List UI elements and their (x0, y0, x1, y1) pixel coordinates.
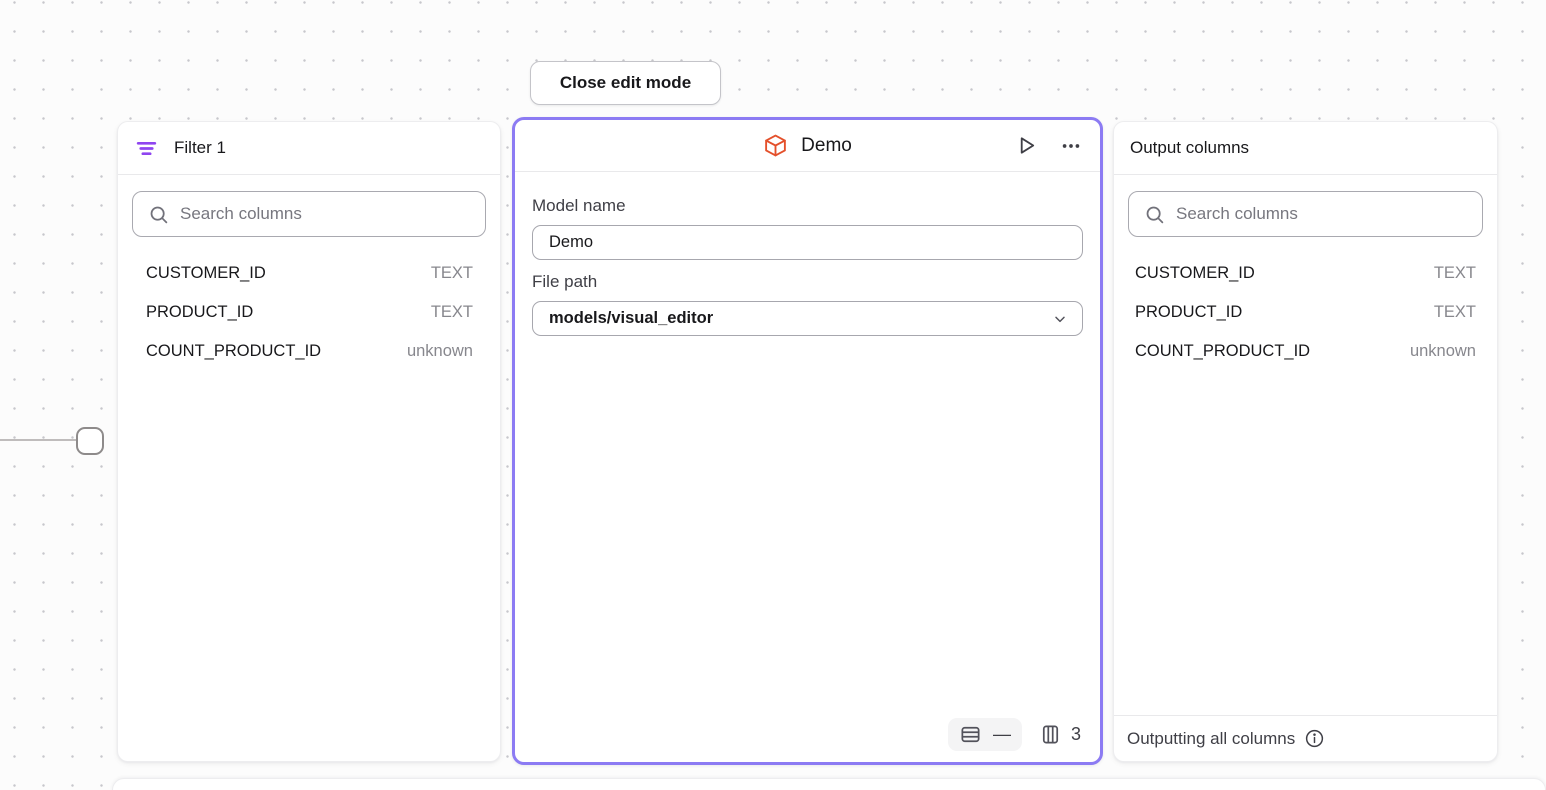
file-path-select[interactable]: models/visual_editor (532, 301, 1083, 336)
output-column-list: CUSTOMER_ID TEXT PRODUCT_ID TEXT COUNT_P… (1114, 254, 1497, 371)
column-name: COUNT_PRODUCT_ID (146, 342, 321, 361)
output-search-input[interactable] (1176, 204, 1467, 224)
column-type: unknown (1410, 342, 1476, 361)
filter-node-header: Filter 1 (118, 122, 500, 175)
column-row[interactable]: CUSTOMER_ID TEXT (1114, 254, 1497, 293)
results-panel-edge[interactable] (112, 778, 1546, 790)
model-node-title: Demo (801, 135, 852, 157)
connector-edge (0, 439, 78, 441)
file-path-label: File path (532, 272, 1083, 292)
more-options-button[interactable] (1058, 133, 1084, 159)
output-footer: Outputting all columns (1114, 715, 1497, 761)
cube-icon (763, 133, 788, 158)
column-name: COUNT_PRODUCT_ID (1135, 342, 1310, 361)
column-name: PRODUCT_ID (146, 303, 253, 322)
connection-handle[interactable] (76, 427, 104, 455)
search-icon (1144, 204, 1165, 225)
output-columns-card[interactable]: Output columns CUSTOMER_ID TEXT PRODUCT_… (1113, 121, 1498, 762)
file-path-value: models/visual_editor (549, 309, 713, 328)
rows-icon (959, 723, 982, 746)
output-search-box (1128, 191, 1483, 237)
filter-search-box (132, 191, 486, 237)
ellipsis-icon (1060, 135, 1082, 157)
row-count-value: — (993, 724, 1011, 745)
output-columns-title: Output columns (1130, 138, 1249, 158)
filter-search-input[interactable] (180, 204, 470, 224)
column-name: PRODUCT_ID (1135, 303, 1242, 322)
filter-column-list: CUSTOMER_ID TEXT PRODUCT_ID TEXT COUNT_P… (118, 254, 500, 371)
row-count-toggle[interactable]: — (948, 718, 1022, 751)
model-node-card[interactable]: Demo Mo (512, 117, 1103, 765)
filter-node-card[interactable]: Filter 1 CUSTOMER_ID TEXT PRODUCT_ID T (117, 121, 501, 762)
info-icon[interactable] (1304, 728, 1325, 749)
model-footer: — 3 (948, 718, 1083, 751)
column-type: unknown (407, 342, 473, 361)
filter-node-title: Filter 1 (174, 138, 226, 158)
columns-icon (1039, 723, 1062, 746)
column-row[interactable]: CUSTOMER_ID TEXT (118, 254, 500, 293)
column-count-value: 3 (1071, 724, 1081, 745)
run-model-button[interactable] (1013, 132, 1040, 159)
close-edit-mode-button[interactable]: Close edit mode (530, 61, 721, 105)
column-type: TEXT (431, 303, 473, 322)
chevron-down-icon (1052, 311, 1068, 327)
editor-canvas: Close edit mode Filter 1 (0, 0, 1546, 790)
column-name: CUSTOMER_ID (146, 264, 266, 283)
column-type: TEXT (431, 264, 473, 283)
column-row[interactable]: COUNT_PRODUCT_ID unknown (1114, 332, 1497, 371)
column-type: TEXT (1434, 303, 1476, 322)
column-count-toggle[interactable]: 3 (1037, 718, 1083, 751)
model-name-input[interactable] (532, 225, 1083, 260)
model-node-header: Demo (515, 120, 1100, 172)
play-icon (1015, 134, 1038, 157)
column-row[interactable]: PRODUCT_ID TEXT (118, 293, 500, 332)
search-icon (148, 204, 169, 225)
output-footer-text: Outputting all columns (1127, 729, 1295, 749)
filter-lines-icon (134, 136, 159, 161)
output-columns-header: Output columns (1114, 122, 1497, 175)
column-type: TEXT (1434, 264, 1476, 283)
column-name: CUSTOMER_ID (1135, 264, 1255, 283)
column-row[interactable]: PRODUCT_ID TEXT (1114, 293, 1497, 332)
model-name-label: Model name (532, 196, 1083, 216)
column-row[interactable]: COUNT_PRODUCT_ID unknown (118, 332, 500, 371)
